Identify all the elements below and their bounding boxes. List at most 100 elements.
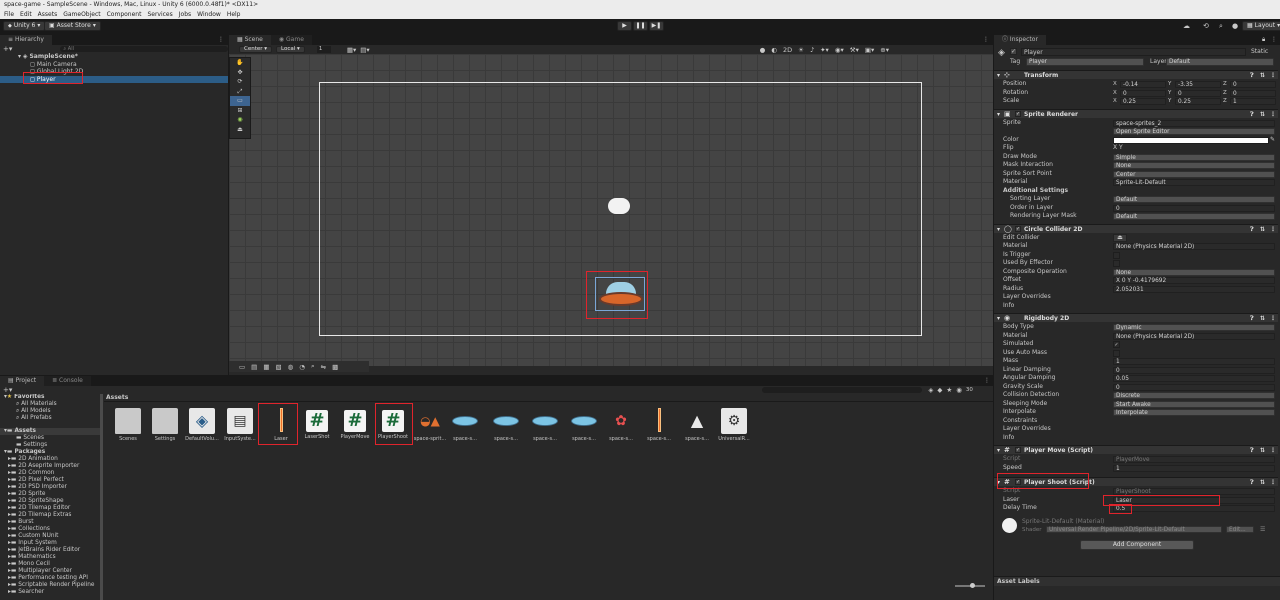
checkbox[interactable] bbox=[1113, 260, 1120, 267]
grid-icon[interactable]: ▦▾ bbox=[347, 46, 356, 54]
menu-services[interactable]: Services bbox=[147, 11, 172, 18]
flip-icon[interactable]: ⇋ bbox=[321, 363, 326, 371]
snap-input[interactable]: 1 bbox=[316, 46, 331, 53]
step-button[interactable]: ▶❚ bbox=[649, 21, 664, 31]
help-icon[interactable]: ❓︎ bbox=[1250, 446, 1254, 455]
tree-item-scene[interactable]: ▾ ◈ SampleScene* bbox=[0, 53, 228, 61]
property-value[interactable]: Dynamic bbox=[1113, 324, 1275, 331]
checkbox[interactable] bbox=[1113, 251, 1120, 259]
asset-item[interactable]: ◒▲ space-sprit... bbox=[412, 408, 448, 448]
component-player-move[interactable]: ▾ # ✓ Player Move (Script) ❓︎ ⇅ ⋮ bbox=[994, 445, 1278, 454]
eyedropper-icon[interactable]: ✎ bbox=[1270, 136, 1275, 145]
property-value[interactable]: None bbox=[1113, 162, 1275, 169]
z-field[interactable]: 1 bbox=[1230, 98, 1276, 105]
rotate-tool-icon[interactable]: ⟳ bbox=[230, 77, 250, 87]
checkbox[interactable] bbox=[1113, 349, 1120, 357]
asset-item[interactable]: space-s... bbox=[566, 408, 602, 448]
component-rigidbody[interactable]: ▾ ◉ Rigidbody 2D ❓︎ ⇅ ⋮ bbox=[994, 313, 1278, 322]
open-sprite-editor-button[interactable]: Open Sprite Editor bbox=[1113, 128, 1275, 135]
menu-gameobject[interactable]: GameObject bbox=[63, 11, 100, 18]
enabled-checkbox[interactable]: ✓ bbox=[1015, 225, 1021, 232]
preset-icon[interactable]: ⇅ bbox=[1260, 110, 1265, 119]
help-icon[interactable]: ❓︎ bbox=[1250, 225, 1254, 234]
asset-item[interactable]: # LaserShot bbox=[299, 408, 335, 448]
more-icon[interactable]: ⋮ bbox=[1270, 446, 1276, 455]
property-value[interactable]: PlayerMove bbox=[1113, 456, 1275, 463]
list-icon[interactable]: ☰ bbox=[1260, 526, 1265, 533]
tab-hierarchy[interactable]: ≡ Hierarchy bbox=[0, 35, 52, 45]
asset-item[interactable]: space-s... bbox=[447, 408, 483, 448]
more-icon[interactable]: ⋮ bbox=[983, 36, 989, 43]
add-component-button[interactable]: Add Component bbox=[1080, 539, 1194, 550]
more-icon[interactable]: ⋮ bbox=[1270, 71, 1276, 80]
property-value[interactable]: 1 bbox=[1113, 464, 1275, 472]
edit-collider-button[interactable]: ⏏ bbox=[1113, 233, 1127, 242]
property-value[interactable]: Discrete bbox=[1113, 392, 1275, 399]
preset-icon[interactable]: ⇅ bbox=[1260, 225, 1265, 234]
enabled-checkbox[interactable]: ✓ bbox=[1015, 447, 1021, 453]
property-value[interactable]: Sprite-Lit-Default bbox=[1113, 179, 1275, 186]
help-icon[interactable]: ❓︎ bbox=[1250, 71, 1254, 80]
property-value[interactable]: Default bbox=[1113, 196, 1275, 203]
more-icon[interactable]: ⋮ bbox=[1270, 225, 1276, 234]
asset-item[interactable]: # PlayerMove bbox=[337, 408, 373, 448]
property-value[interactable]: 0 bbox=[1113, 366, 1275, 374]
checkbox[interactable]: ✓ bbox=[1113, 341, 1120, 348]
fill-icon[interactable]: ▩ bbox=[332, 363, 338, 371]
tree-item-player[interactable]: ◻ Player bbox=[0, 75, 228, 83]
play-button[interactable]: ▶ bbox=[617, 21, 632, 31]
account-button[interactable]: ◆ Unity 6 ▾ bbox=[3, 21, 46, 31]
zoom-slider-handle[interactable] bbox=[970, 583, 975, 588]
property-value[interactable]: space-sprites_2 bbox=[1113, 119, 1275, 127]
help-icon[interactable]: ❓︎ bbox=[1250, 478, 1254, 487]
custom-tool-icon[interactable]: ◉ bbox=[230, 115, 250, 125]
visibility-icon[interactable]: ◉▾ bbox=[835, 46, 844, 54]
transform-tool-icon[interactable]: ⊞ bbox=[230, 106, 250, 116]
more-icon[interactable]: ⋮ bbox=[1270, 110, 1276, 119]
move-tool-icon[interactable]: ✥ bbox=[230, 68, 250, 78]
property-value[interactable]: Start Awake bbox=[1113, 400, 1275, 408]
scene-viewport[interactable]: ⚫ bbox=[229, 54, 993, 366]
asset-item[interactable]: space-s... bbox=[488, 408, 524, 448]
scale-tool-icon[interactable]: ⤢ bbox=[230, 87, 250, 97]
enabled-checkbox[interactable]: ✓ bbox=[1015, 110, 1021, 117]
preset-icon[interactable]: ⇅ bbox=[1260, 478, 1265, 487]
x-field[interactable]: 0 bbox=[1120, 89, 1166, 97]
hand-tool-icon[interactable]: ✋ bbox=[230, 58, 250, 68]
rotate-icon[interactable]: ◔ bbox=[299, 363, 305, 371]
x-field[interactable]: -0.14 bbox=[1120, 81, 1166, 88]
gizmos-icon[interactable]: ⊕▾ bbox=[880, 46, 889, 54]
cloud-icon[interactable]: ☁ bbox=[1183, 22, 1190, 30]
asset-item[interactable]: ◈ DefaultVolu... bbox=[184, 408, 220, 448]
help-icon[interactable]: ❓︎ bbox=[1250, 110, 1254, 119]
snap-grid-icon[interactable]: ▤▾ bbox=[360, 46, 369, 54]
property-value[interactable]: Default bbox=[1113, 213, 1275, 220]
asset-item[interactable]: Scenes bbox=[110, 408, 146, 448]
asset-store-button[interactable]: ▣ Asset Store ▾ bbox=[44, 21, 101, 31]
account-avatar-icon[interactable]: ● bbox=[1232, 22, 1238, 30]
tab-scene[interactable]: ▦ Scene bbox=[229, 35, 271, 45]
z-field[interactable]: 0 bbox=[1230, 81, 1276, 88]
player-sprite[interactable] bbox=[595, 277, 645, 311]
property-value[interactable]: PlayerShoot bbox=[1113, 488, 1275, 495]
property-value[interactable]: 2.052031 bbox=[1113, 285, 1275, 293]
menu-file[interactable]: File bbox=[4, 11, 14, 18]
asset-labels-bar[interactable]: Asset Labels bbox=[994, 576, 1280, 586]
menu-component[interactable]: Component bbox=[107, 11, 142, 18]
preset-icon[interactable]: ⇅ bbox=[1260, 446, 1265, 455]
property-value[interactable]: X 0 Y -0.4179692 bbox=[1113, 277, 1275, 284]
asset-item[interactable]: Settings bbox=[147, 408, 183, 448]
preset-icon[interactable]: ⇅ bbox=[1260, 314, 1265, 323]
property-value[interactable]: None bbox=[1113, 268, 1275, 276]
property-value[interactable]: Interpolate bbox=[1113, 409, 1275, 416]
shader-dropdown[interactable]: Universal Render Pipeline/2D/Sprite-Lit-… bbox=[1046, 525, 1222, 533]
zoom-icon[interactable]: ⌕ bbox=[311, 362, 315, 371]
search-icon[interactable]: ⌕ bbox=[1219, 22, 1223, 31]
rect-tool-icon[interactable]: ▭ bbox=[230, 96, 250, 106]
property-value[interactable]: 0 bbox=[1113, 383, 1275, 391]
layout-dropdown[interactable]: ▦ Layout ▾ bbox=[1242, 21, 1280, 31]
asset-item[interactable]: space-s... bbox=[641, 408, 677, 448]
laser-object-field[interactable]: Laser bbox=[1113, 496, 1275, 504]
tab-game[interactable]: ◉ Game bbox=[270, 35, 312, 45]
menu-jobs[interactable]: Jobs bbox=[179, 11, 191, 18]
